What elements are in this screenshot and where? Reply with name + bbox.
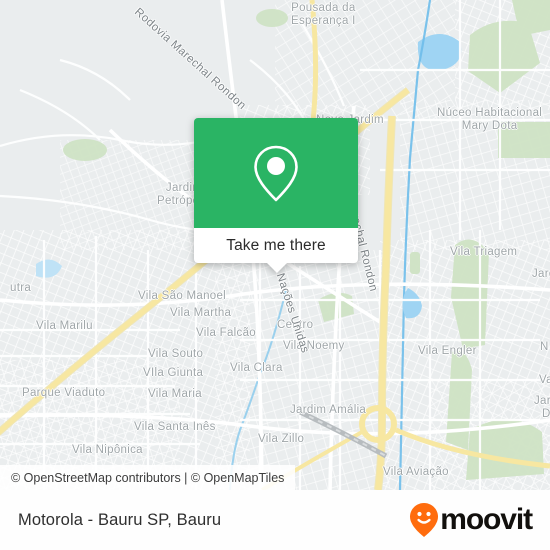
moovit-smiley-pin-icon <box>410 503 439 537</box>
moovit-map-screenshot: Pousada da Esperança I Núceo Habitacional M… <box>0 0 550 550</box>
popup-icon-area <box>194 118 358 228</box>
moovit-wordmark: moovit <box>440 503 533 536</box>
footer-bar: Motorola - Bauru SP, Bauru moovit <box>0 490 550 550</box>
popup-tail-pointer <box>266 262 288 273</box>
attribution-text[interactable]: © OpenStreetMap contributors | © OpenMap… <box>11 471 284 485</box>
location-popup-card[interactable]: Take me there <box>194 118 358 273</box>
map-pin-icon <box>254 145 298 202</box>
map-canvas[interactable]: Pousada da Esperança I Núceo Habitacional M… <box>0 0 550 490</box>
map-attribution-bar: © OpenStreetMap contributors | © OpenMap… <box>0 465 296 490</box>
take-me-there-label: Take me there <box>226 236 326 254</box>
popup-cta-area[interactable]: Take me there <box>194 228 358 263</box>
page-title: Motorola - Bauru SP, Bauru <box>18 510 222 529</box>
moovit-logo[interactable]: moovit <box>409 502 533 538</box>
